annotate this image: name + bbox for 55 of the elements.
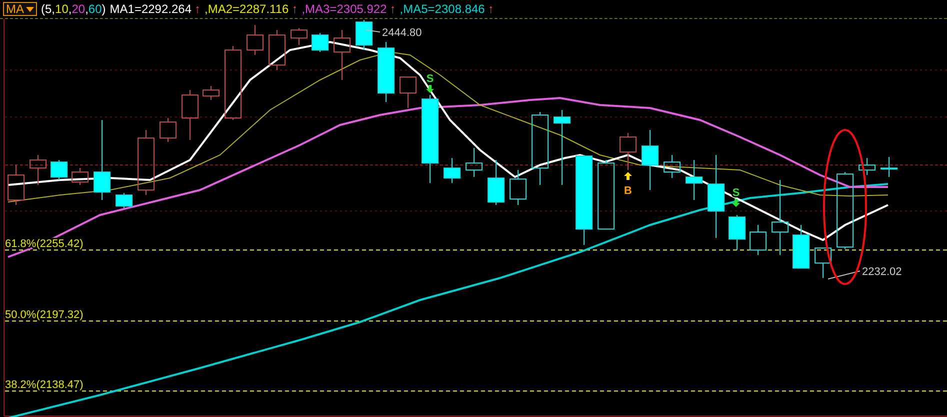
candlestick <box>728 214 746 250</box>
candlestick <box>182 90 198 140</box>
trend-indicator: ↑ <box>488 2 494 16</box>
candlestick <box>664 154 680 178</box>
candlestick <box>30 154 46 186</box>
ma-value: ,MA5=2308.846 <box>400 2 485 16</box>
candlestick <box>488 160 504 206</box>
trend-indicator: ↑ <box>194 2 201 16</box>
candlestick <box>858 158 876 176</box>
sell-signal-label: S <box>426 73 434 85</box>
candlestick <box>290 28 308 46</box>
buy-signal-label: B <box>624 185 632 197</box>
candlestick <box>444 158 460 184</box>
ma-value: ,MA3=2305.922 <box>302 2 387 16</box>
down-arrow-icon <box>732 199 740 207</box>
candlestick <box>116 192 132 208</box>
leader-line <box>828 270 860 280</box>
trend-indicator: ↑ <box>390 2 396 16</box>
candlestick <box>880 156 898 178</box>
caret-icon <box>26 6 34 12</box>
ma-parameters: (5,10,20,60) <box>41 2 106 16</box>
candlestick <box>510 170 526 206</box>
candlestick <box>598 160 614 230</box>
candlestick <box>268 30 286 70</box>
candlestick <box>814 248 832 278</box>
candlestick <box>334 30 350 80</box>
candlestick <box>160 118 176 142</box>
candlestick <box>138 130 154 196</box>
candlestick <box>642 130 658 190</box>
candlestick <box>356 20 372 50</box>
candlestick <box>792 224 810 268</box>
down-arrow-icon <box>426 85 434 93</box>
sell-signal-label: S <box>732 187 740 199</box>
price-label: 2444.80 <box>382 27 422 39</box>
candlestick <box>686 160 702 200</box>
candlestick <box>466 148 482 178</box>
fibonacci-level-label: 50.0%(2197.32) <box>5 309 84 321</box>
candlestick <box>750 224 766 256</box>
candlestick <box>312 32 328 52</box>
trend-indicator: ↑ <box>292 2 298 16</box>
ma-value: MA1=2292.264 <box>110 2 192 16</box>
indicator-dropdown[interactable]: MA <box>3 2 37 16</box>
candlestick <box>246 24 264 56</box>
candlestick <box>620 132 636 170</box>
candlestick <box>378 42 394 102</box>
ma-value: ,MA2=2287.116 <box>204 2 289 16</box>
candlestick <box>8 164 24 206</box>
up-arrow-icon <box>624 172 632 180</box>
fibonacci-level-label: 38.2%(2138.47) <box>5 379 84 391</box>
leader-line <box>366 30 380 32</box>
price-label: 2232.02 <box>862 266 902 278</box>
candlestick <box>72 168 88 186</box>
candlestick <box>202 86 220 100</box>
candlestick <box>50 160 68 180</box>
candlestick <box>400 76 416 108</box>
